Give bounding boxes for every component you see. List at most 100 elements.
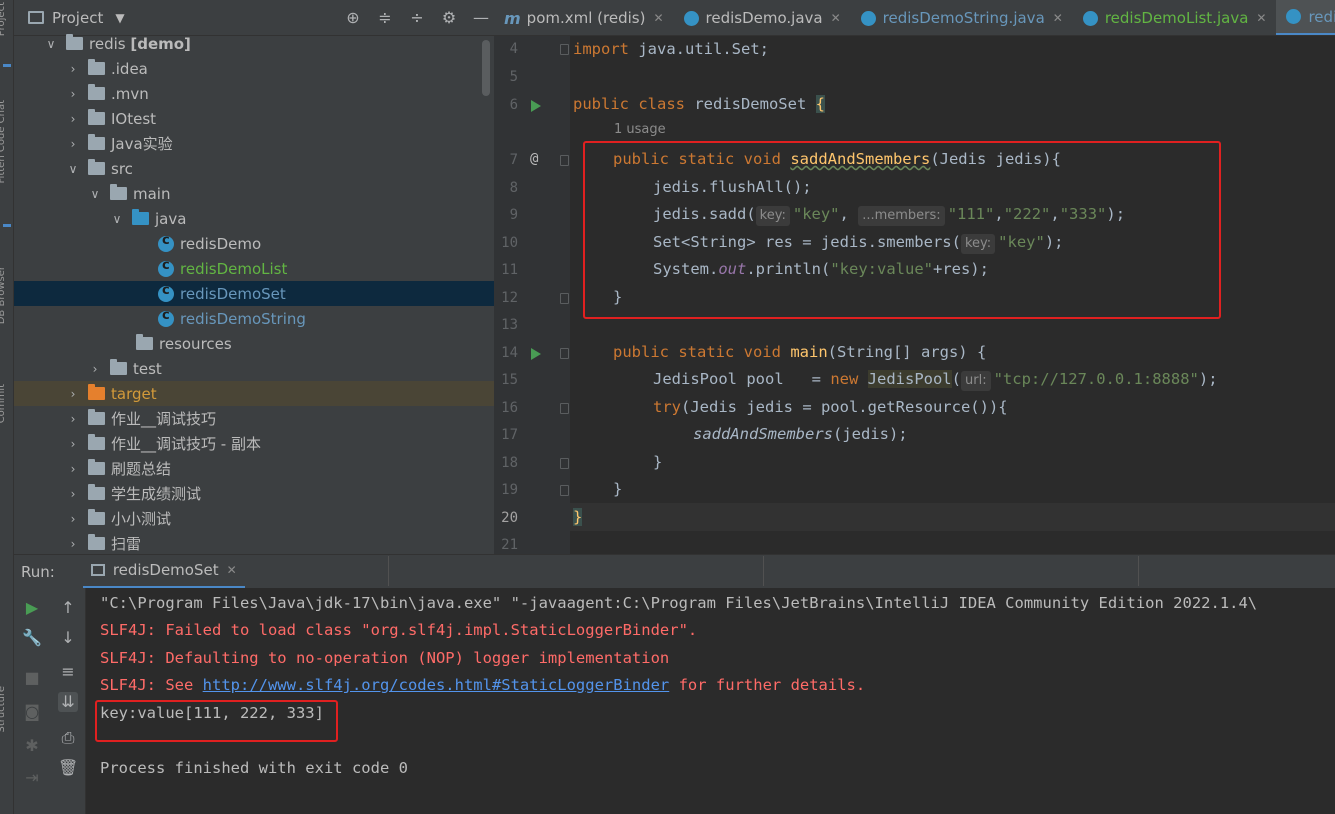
fold-icon[interactable]: [560, 485, 569, 496]
chevron-down-icon[interactable]: ∨: [110, 212, 124, 226]
chevron-down-icon[interactable]: ∨: [66, 162, 80, 176]
tree-item-redisdemolist[interactable]: redisDemoList: [14, 256, 494, 281]
chevron-right-icon[interactable]: ›: [88, 362, 102, 376]
tree-item-homework-debug[interactable]: › 作业__调试技巧: [14, 406, 494, 431]
tree-item-student-grades[interactable]: › 学生成绩测试: [14, 481, 494, 506]
console-line: "C:\Program Files\Java\jdk-17\bin\java.e…: [100, 594, 1258, 612]
console-error-line: SLF4J: Defaulting to no-operation (NOP) …: [100, 649, 670, 667]
chevron-right-icon[interactable]: ›: [66, 512, 80, 526]
tree-item-label: redisDemoString: [180, 309, 306, 328]
run-toolbar-right: ↑ ↓ ≡ ⇊ ⎙ 🗑: [50, 588, 86, 814]
project-icon: [28, 11, 44, 24]
minimize-icon[interactable]: —: [470, 8, 492, 27]
tree-item-idea[interactable]: › .idea: [14, 56, 494, 81]
stop-icon[interactable]: ■: [22, 668, 42, 688]
collapse-all-icon[interactable]: ÷: [406, 8, 428, 27]
tree-item-label: 小小测试: [111, 510, 172, 528]
tree-item-main[interactable]: ∨ main: [14, 181, 494, 206]
fitten-code-chat-tab[interactable]: Fitten Code Chat: [0, 100, 13, 183]
tree-item-redis[interactable]: ∨ redis [demo]: [14, 31, 494, 56]
chevron-right-icon[interactable]: ›: [66, 62, 80, 76]
trash-icon[interactable]: 🗑: [58, 758, 78, 778]
chevron-right-icon[interactable]: ›: [66, 437, 80, 451]
locate-icon[interactable]: ⊕: [342, 8, 364, 27]
print-icon[interactable]: ⎙: [58, 728, 78, 748]
fold-icon[interactable]: [560, 155, 569, 166]
chevron-right-icon[interactable]: ›: [66, 537, 80, 551]
exit-icon[interactable]: ⇥: [22, 768, 42, 788]
chevron-down-icon[interactable]: ∨: [44, 37, 58, 51]
gear-icon[interactable]: ⚙: [438, 8, 460, 27]
close-icon[interactable]: ✕: [831, 11, 841, 25]
run-gutter-icon[interactable]: [531, 348, 541, 360]
tree-item-java-lab[interactable]: › Java实验: [14, 131, 494, 156]
chevron-right-icon[interactable]: ›: [66, 412, 80, 426]
db-browser-tab[interactable]: DB Browser: [0, 266, 13, 324]
highlight-box-output: [95, 700, 338, 742]
console-link[interactable]: http://www.slf4j.org/codes.html#StaticLo…: [203, 676, 670, 694]
camera-icon[interactable]: ◙: [22, 702, 42, 722]
divider: [763, 556, 764, 586]
soft-wrap-icon[interactable]: ≡: [58, 662, 78, 682]
close-icon[interactable]: ✕: [227, 563, 237, 577]
arrow-down-icon[interactable]: ↓: [58, 628, 78, 648]
fold-icon[interactable]: [560, 403, 569, 414]
fold-icon[interactable]: [560, 293, 569, 304]
tree-item-test[interactable]: › test: [14, 356, 494, 381]
tree-item-mvn[interactable]: › .mvn: [14, 81, 494, 106]
chevron-down-icon[interactable]: ▼: [115, 11, 124, 25]
commit-tab[interactable]: Commit: [0, 384, 13, 423]
close-icon[interactable]: ✕: [653, 11, 663, 25]
rerun-icon[interactable]: ▶: [22, 598, 42, 618]
chevron-right-icon[interactable]: ›: [66, 462, 80, 476]
chevron-right-icon[interactable]: ›: [66, 137, 80, 151]
fold-icon[interactable]: [560, 348, 569, 359]
project-title[interactable]: Project: [52, 9, 103, 27]
close-icon[interactable]: ✕: [1256, 11, 1266, 25]
project-tool-tab[interactable]: Project: [0, 2, 13, 36]
fold-icon[interactable]: [560, 458, 569, 469]
expand-all-icon[interactable]: ≑: [374, 8, 396, 27]
annotation-at-icon[interactable]: @: [530, 151, 538, 167]
chevron-right-icon[interactable]: ›: [66, 487, 80, 501]
tree-item-redisdemo[interactable]: redisDemo: [14, 231, 494, 256]
chevron-down-icon[interactable]: ∨: [88, 187, 102, 201]
arrow-up-icon[interactable]: ↑: [58, 598, 78, 618]
java-class-icon: [158, 258, 174, 277]
wrench-icon[interactable]: 🔧: [22, 628, 42, 648]
line-number: 20: [501, 510, 518, 526]
tab-redisdemostring[interactable]: redisDemoString.java ✕: [851, 0, 1073, 35]
tab-redisdemolist[interactable]: redisDemoList.java ✕: [1073, 0, 1277, 35]
debug-bug-icon[interactable]: ✱: [22, 736, 42, 756]
tree-item-java[interactable]: ∨ java: [14, 206, 494, 231]
tree-item-redisdemoset[interactable]: redisDemoSet: [14, 281, 494, 306]
tab-pom-xml[interactable]: m pom.xml (redis) ✕: [494, 0, 674, 35]
tree-item-practice-summary[interactable]: › 刷题总结: [14, 456, 494, 481]
tree-item-resources[interactable]: resources: [14, 331, 494, 356]
tree-item-minesweeper[interactable]: › 扫雷: [14, 531, 494, 554]
line-number: 19: [501, 482, 518, 498]
tab-redisdemoset[interactable]: redisDe: [1276, 0, 1335, 35]
tab-redisdemo[interactable]: redisDemo.java ✕: [674, 0, 851, 35]
tree-item-homework-debug-copy[interactable]: › 作业__调试技巧 - 副本: [14, 431, 494, 456]
tree-item-src[interactable]: ∨ src: [14, 156, 494, 181]
code-line-16: try(Jedis jedis = pool.getResource()){: [653, 398, 1008, 416]
structure-tab[interactable]: Structure: [0, 686, 13, 733]
tree-item-target[interactable]: › target: [14, 381, 494, 406]
close-icon[interactable]: ✕: [1053, 11, 1063, 25]
tree-item-small-test[interactable]: › 小小测试: [14, 506, 494, 531]
run-gutter-icon[interactable]: [531, 100, 541, 112]
project-tree: ∨ redis [demo] › .idea › .mvn › IOtest › Jav…: [14, 31, 494, 554]
tree-item-label: java: [155, 209, 187, 228]
usage-hint[interactable]: 1 usage: [614, 122, 666, 137]
chevron-right-icon[interactable]: ›: [66, 112, 80, 126]
tree-item-redisdemostring[interactable]: redisDemoString: [14, 306, 494, 331]
chevron-right-icon[interactable]: ›: [66, 387, 80, 401]
line-number: 18: [501, 455, 518, 471]
tab-run-redisdemoset[interactable]: redisDemoSet ✕: [82, 555, 245, 589]
fold-icon[interactable]: [560, 44, 569, 55]
chevron-right-icon[interactable]: ›: [66, 87, 80, 101]
tree-item-iotest[interactable]: › IOtest: [14, 106, 494, 131]
scroll-to-end-icon[interactable]: ⇊: [58, 692, 78, 712]
line-number: 13: [501, 317, 518, 333]
